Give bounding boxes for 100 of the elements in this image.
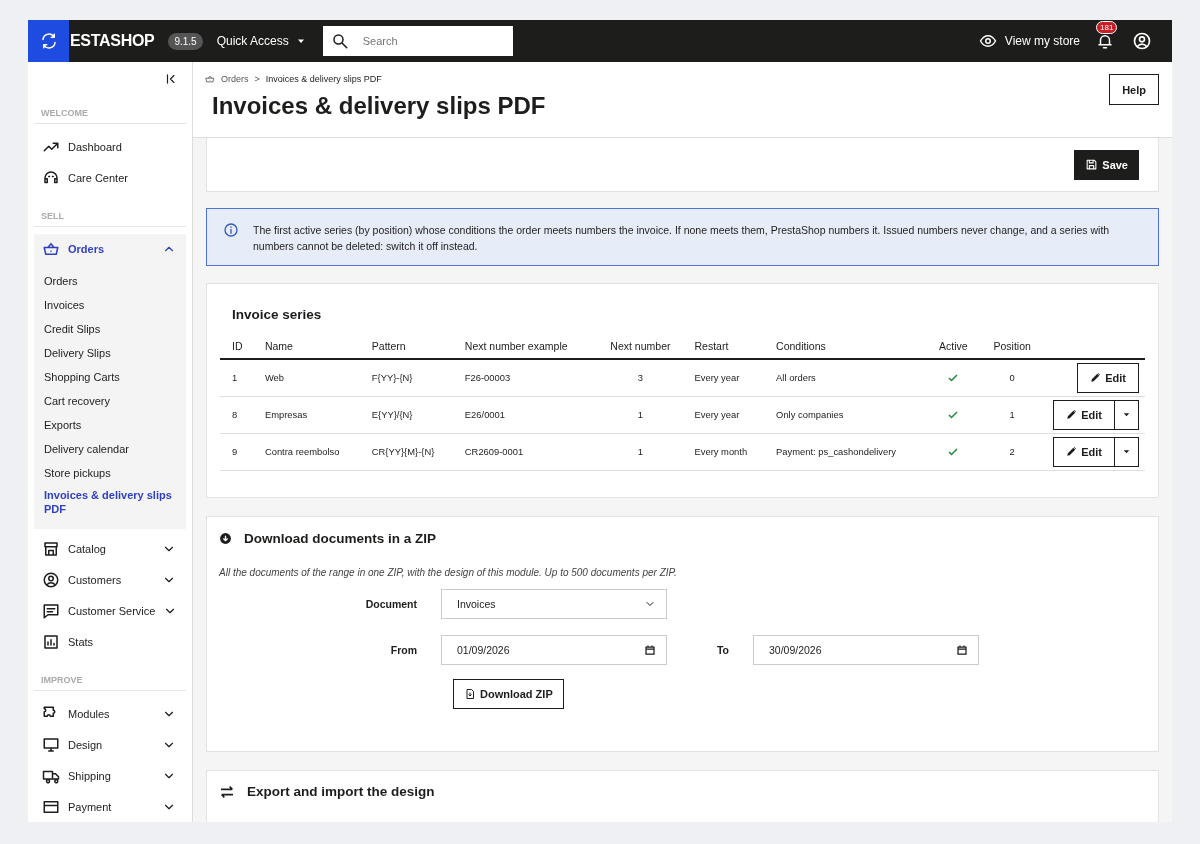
breadcrumb-item[interactable]: Orders [221,74,249,84]
table-cell: Every year [682,396,765,433]
table-cell: CR{YY}{M}-{N} [359,433,453,470]
nav-item[interactable]: Design [34,729,186,760]
card-title: Download documents in a ZIP [244,530,436,546]
table-cell: Every month [682,433,765,470]
calendar-icon [644,643,656,656]
submenu-item[interactable]: Orders [34,269,186,293]
nav-item[interactable]: Catalog [34,533,186,564]
table-cell: E{YY}/{N} [359,396,453,433]
dropdown-toggle[interactable] [1115,399,1139,430]
table-cell: 1 [592,396,683,433]
table-cell: 1 [977,396,1042,433]
submenu-item[interactable]: Delivery Slips [34,341,186,365]
edit-button[interactable]: Edit [1077,362,1139,393]
section-title: SELL [34,193,186,227]
collapse-icon[interactable] [164,72,178,86]
table-cell: 3 [592,359,683,396]
pencil-icon [1066,409,1078,420]
table-cell: E26/0001 [452,396,593,433]
card-description: All the documents of the range in one ZIP, with the design of this module. Up to 500 documents per ZIP. [219,566,678,578]
date-field[interactable]: 01/09/2026 [441,634,667,665]
table-cell: Every year [682,359,765,396]
table-cell: Only companies [764,396,924,433]
date-field[interactable]: 30/09/2026 [753,634,979,665]
table-cell: 0 [977,359,1042,396]
field-label: Document [364,597,418,610]
table-cell: 2 [977,433,1042,470]
search-field[interactable]: Search [322,26,513,56]
nav-item[interactable]: Dashboard [34,131,186,162]
table-cell: All orders [764,359,924,396]
pencil-icon [1066,446,1078,457]
save-button[interactable]: Save [1074,149,1139,180]
save-icon [1085,158,1099,171]
quick-access-button[interactable]: Quick Access [210,30,313,52]
eye-icon [978,32,997,50]
card-title: Export and import the design [247,784,435,799]
column-header: Pattern [359,334,453,359]
nav-item[interactable]: Customers [34,564,186,595]
submenu-item[interactable]: Credit Slips [34,317,186,341]
section-title: WELCOME [34,90,186,124]
submenu-item[interactable]: Delivery calendar [34,437,186,461]
file-icon [464,687,476,700]
table-cell: 1 [592,433,683,470]
breadcrumb-separator: > [254,74,260,84]
table-cell: 1 [220,359,253,396]
store-icon [42,539,60,558]
breadcrumb-item: Invoices & delivery slips PDF [265,74,382,84]
table-cell: 9 [220,433,253,470]
monitor-icon [42,735,60,754]
nav-item[interactable]: Modules [34,698,186,729]
nav-item[interactable]: Care Center [34,162,186,193]
nav-item[interactable]: Orders [34,234,186,264]
view-store-link[interactable]: View my store [978,32,1080,50]
edit-button[interactable]: Edit [1053,399,1115,430]
download-icon [219,531,232,545]
column-header: Next number example [452,334,593,359]
help-button[interactable]: Help [1109,74,1159,105]
notification-count: 181 [1096,21,1118,34]
dropdown-toggle[interactable] [1115,436,1139,467]
chat-icon [42,601,60,620]
basket-icon [42,240,60,258]
submenu-item[interactable]: Cart recovery [34,389,186,413]
pencil-icon [1090,372,1102,384]
logo-mark-icon [39,32,58,50]
info-icon [223,222,239,238]
submenu-item[interactable]: Invoices [34,293,186,317]
table-cell: Empresas [252,396,360,433]
field-label: To [715,643,730,656]
nav-item[interactable]: Customer Service [34,595,186,626]
page-title: Invoices & delivery slips PDF [212,92,546,120]
column-header: Conditions [764,334,924,359]
submenu-item[interactable]: Exports [34,413,186,437]
edit-button[interactable]: Edit [1053,436,1115,467]
section-title: IMPROVE [34,657,186,691]
nav-item[interactable]: Shipping [34,760,186,791]
field-label: From [389,643,418,656]
nav-item[interactable]: Payment [34,791,186,822]
submenu-item[interactable]: Store pickups [34,461,186,485]
bell-icon[interactable] [1096,32,1114,50]
nav-item[interactable]: Stats [34,626,186,657]
table-cell: Web [252,359,360,396]
table-cell: F26-00003 [452,359,593,396]
search-icon [330,32,349,50]
version-badge: 9.1.5 [168,32,203,50]
column-header: Position [977,334,1042,359]
column-header: Next number [592,334,683,359]
logo-text: ESTASHOP [70,32,155,50]
document-select[interactable]: Invoices [441,588,667,619]
table-cell: CR2609-0001 [452,433,593,470]
submenu-item[interactable]: Invoices & delivery slips PDF [34,485,186,521]
chart-icon [42,632,60,651]
submenu-item[interactable]: Shopping Carts [34,365,186,389]
column-header: Restart [682,334,765,359]
basket-icon [205,74,215,84]
table-cell: 8 [220,396,253,433]
table-cell: Contra reembolso [252,433,360,470]
card-title: Invoice series [232,307,323,322]
user-icon[interactable] [1132,31,1152,51]
download-zip-button[interactable]: Download ZIP [453,678,564,709]
